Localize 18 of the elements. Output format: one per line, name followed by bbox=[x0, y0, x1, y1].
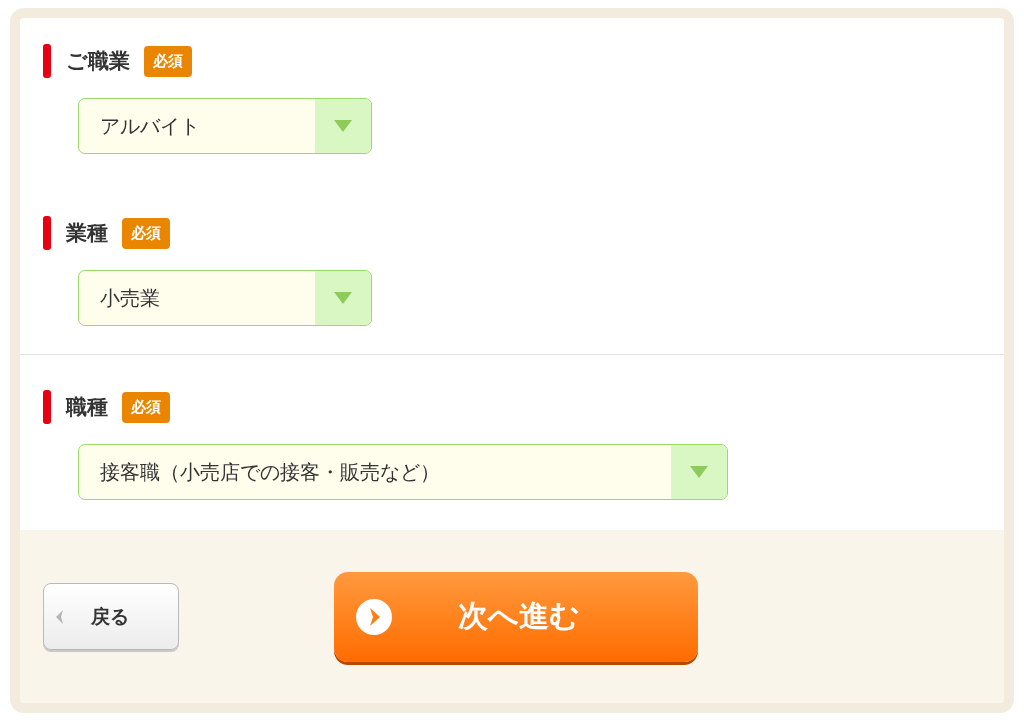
caret-icon bbox=[334, 292, 352, 304]
caret-icon bbox=[690, 466, 708, 478]
chevron-left-icon bbox=[56, 609, 64, 624]
required-marker-bar bbox=[43, 216, 51, 250]
dropdown-select[interactable]: 接客職（小売店での接客・販売など） bbox=[78, 444, 728, 500]
required-marker-bar bbox=[43, 44, 51, 78]
field-label: ご職業 bbox=[66, 48, 130, 75]
field-label: 業種 bbox=[66, 220, 108, 247]
dropdown-select[interactable]: 小売業 bbox=[78, 270, 372, 326]
caret-icon bbox=[334, 120, 352, 132]
required-marker-bar bbox=[43, 390, 51, 424]
chevron-right-circle-icon bbox=[356, 598, 392, 635]
back-button[interactable]: 戻る bbox=[43, 583, 179, 650]
field-label: 職種 bbox=[66, 394, 108, 421]
dropdown-select[interactable]: アルバイト bbox=[78, 98, 372, 154]
required-badge: 必須 bbox=[144, 45, 192, 77]
required-badge: 必須 bbox=[122, 391, 170, 423]
required-badge: 必須 bbox=[122, 217, 170, 249]
